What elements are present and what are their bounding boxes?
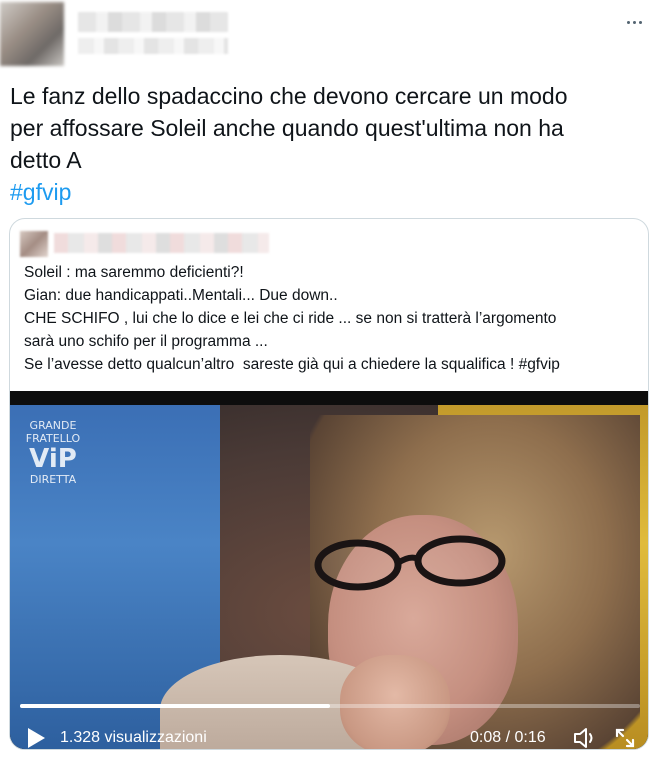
- hashtag-link[interactable]: #gfvip: [10, 179, 71, 205]
- tweet-text-line: detto A: [10, 147, 82, 173]
- tweet-text-line: per affossare Soleil anche quando quest'…: [10, 115, 564, 141]
- show-logo-main: ViP: [29, 444, 77, 474]
- video-controls: 1.328 visualizzazioni 0:08 / 0:16: [10, 718, 648, 750]
- quoted-text-line: Se l’avesse detto qualcun’altro sareste …: [24, 356, 560, 373]
- author-name-blurred[interactable]: [78, 12, 228, 32]
- tweet-text: Le fanz dello spadaccino che devono cerc…: [10, 80, 650, 208]
- quoted-text-line: Soleil : ma saremmo deficienti?!: [24, 264, 244, 281]
- play-icon[interactable]: [26, 727, 46, 749]
- video-time: 0:08 / 0:16: [470, 729, 546, 746]
- video-player[interactable]: GRANDE FRATELLO ViP DIRETTA 1.328 visual…: [10, 391, 648, 750]
- quoted-tweet-card[interactable]: Soleil : ma saremmo deficienti?! Gian: d…: [9, 218, 649, 750]
- author-avatar[interactable]: [0, 2, 64, 66]
- volume-icon[interactable]: [572, 725, 598, 750]
- quoted-author-name-blurred: [54, 233, 269, 253]
- video-progress-fill: [20, 704, 330, 708]
- author-handle-blurred[interactable]: [78, 38, 228, 54]
- show-logo-bottom: DIRETTA: [29, 473, 77, 486]
- quoted-text-line: sarà uno schifo per il programma ...: [24, 333, 268, 350]
- video-progress-bar[interactable]: [20, 704, 640, 708]
- glasses-shape: [314, 535, 506, 591]
- quoted-text-line: CHE SCHIFO , lui che lo dice e lei che c…: [24, 310, 557, 327]
- fullscreen-icon[interactable]: [613, 726, 637, 750]
- quoted-tweet-text: Soleil : ma saremmo deficienti?! Gian: d…: [24, 261, 639, 376]
- quoted-author-avatar: [20, 231, 48, 257]
- view-count: 1.328 visualizzazioni: [60, 729, 207, 746]
- video-frame[interactable]: GRANDE FRATELLO ViP DIRETTA 1.328 visual…: [10, 405, 648, 750]
- tweet-text-line: Le fanz dello spadaccino che devono cerc…: [10, 83, 568, 109]
- show-logo-top: GRANDE FRATELLO: [25, 419, 81, 445]
- quoted-text-line: Gian: due handicappati..Mentali... Due d…: [24, 287, 338, 304]
- show-logo: GRANDE FRATELLO ViP DIRETTA: [22, 419, 84, 486]
- more-horizontal-icon[interactable]: [619, 10, 649, 34]
